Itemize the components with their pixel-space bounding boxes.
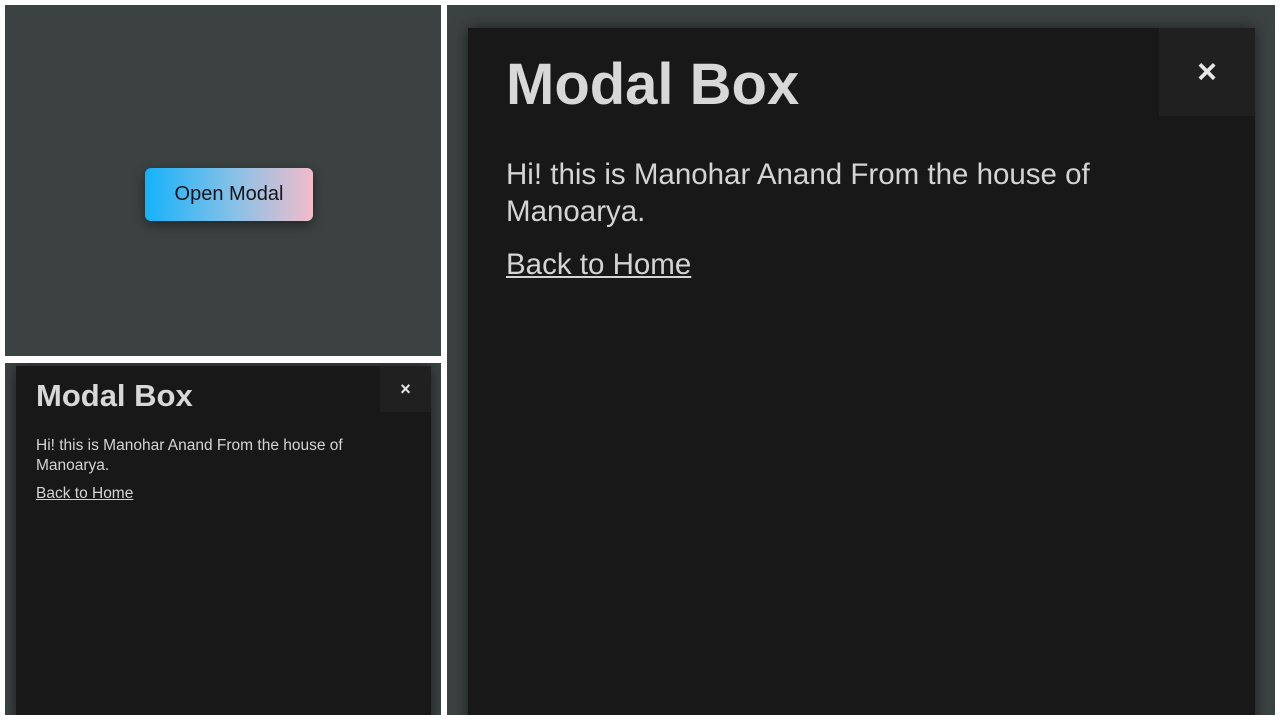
modal-dialog: × Modal Box Hi! this is Manohar Anand Fr…	[468, 28, 1255, 715]
close-button[interactable]: ×	[380, 366, 431, 412]
close-icon: ×	[1197, 52, 1217, 91]
modal-view-small-panel: × Modal Box Hi! this is Manohar Anand Fr…	[5, 363, 441, 715]
modal-view-large-panel: × Modal Box Hi! this is Manohar Anand Fr…	[447, 5, 1275, 715]
modal-title: Modal Box	[36, 378, 193, 413]
close-button[interactable]: ×	[1159, 28, 1255, 116]
modal-title: Modal Box	[506, 52, 800, 117]
open-modal-button[interactable]: Open Modal	[145, 168, 313, 221]
back-to-home-link[interactable]: Back to Home	[36, 485, 133, 503]
modal-message: Hi! this is Manohar Anand From the house…	[36, 437, 343, 474]
back-to-home-link[interactable]: Back to Home	[506, 248, 691, 282]
modal-dialog: × Modal Box Hi! this is Manohar Anand Fr…	[16, 366, 431, 715]
close-icon: ×	[400, 378, 411, 399]
open-modal-button-label: Open Modal	[174, 183, 284, 205]
modal-message: Hi! this is Manohar Anand From the house…	[506, 158, 1090, 228]
home-view-panel: Open Modal	[5, 5, 441, 356]
